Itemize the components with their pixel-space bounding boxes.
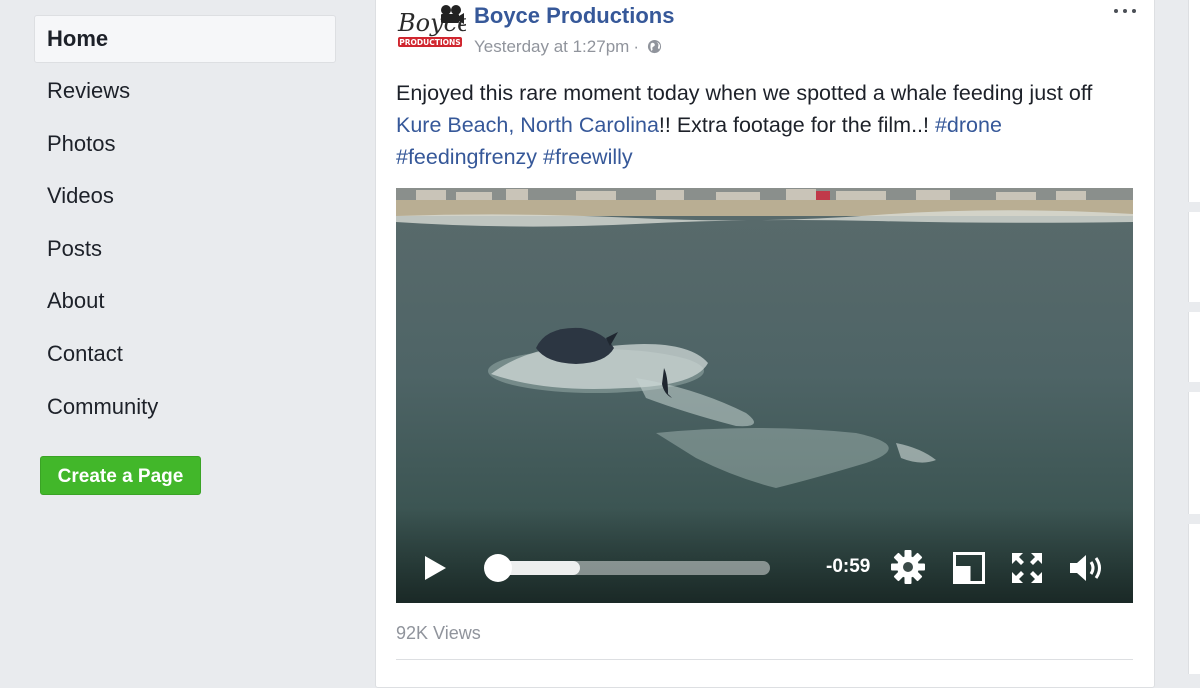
page-logo: Boyce PRODUCTIONS bbox=[397, 5, 471, 47]
page-name-link[interactable]: Boyce Productions bbox=[474, 3, 674, 29]
video-timeline[interactable] bbox=[498, 561, 770, 575]
location-link[interactable]: Kure Beach, North Carolina bbox=[396, 113, 659, 137]
nav-contact[interactable]: Contact bbox=[34, 330, 336, 378]
right-rail-card bbox=[1188, 312, 1200, 382]
meta-separator: · bbox=[633, 37, 639, 56]
view-count: 92K Views bbox=[396, 623, 481, 643]
nav-videos[interactable]: Videos bbox=[34, 172, 336, 220]
hashtag-drone[interactable]: #drone bbox=[935, 113, 1002, 137]
post-card: Boyce PRODUCTIONS Boyce Productions Yest… bbox=[375, 0, 1155, 688]
create-page-button[interactable]: Create a Page bbox=[40, 456, 201, 495]
video-player[interactable]: -0:59 bbox=[396, 188, 1133, 603]
left-sidebar: Home Reviews Photos Videos Posts About C… bbox=[0, 0, 355, 674]
right-rail-card bbox=[1188, 212, 1200, 302]
hashtag-freewilly[interactable]: #freewilly bbox=[543, 145, 633, 169]
post-message: Enjoyed this rare moment today when we s… bbox=[396, 77, 1126, 173]
page-avatar[interactable]: Boyce PRODUCTIONS bbox=[396, 1, 471, 63]
nav-community[interactable]: Community bbox=[34, 383, 336, 431]
video-controls: -0:59 bbox=[396, 523, 1133, 603]
globe-icon bbox=[647, 39, 662, 54]
time-remaining: -0:59 bbox=[826, 556, 871, 577]
card-divider bbox=[396, 659, 1133, 660]
fullscreen-icon[interactable] bbox=[1010, 551, 1044, 585]
hashtag-feedingfrenzy[interactable]: #feedingfrenzy bbox=[396, 145, 537, 169]
right-rail-card bbox=[1188, 392, 1200, 514]
post-text-start: Enjoyed this rare moment today when we s… bbox=[396, 81, 1093, 105]
settings-gear-icon[interactable] bbox=[890, 549, 926, 585]
post-text-mid: !! Extra footage for the film..! bbox=[658, 113, 935, 137]
play-icon[interactable] bbox=[422, 553, 448, 583]
timeline-scrubber[interactable] bbox=[484, 554, 512, 582]
more-options-icon[interactable] bbox=[1110, 0, 1140, 21]
nav-photos[interactable]: Photos bbox=[34, 120, 336, 168]
nav-home[interactable]: Home bbox=[34, 15, 336, 63]
post-meta: Yesterday at 1:27pm · bbox=[474, 37, 662, 57]
nav-reviews[interactable]: Reviews bbox=[34, 67, 336, 115]
right-rail-card bbox=[1188, 0, 1200, 202]
post-timestamp[interactable]: Yesterday at 1:27pm bbox=[474, 37, 629, 56]
right-rail bbox=[1188, 0, 1200, 674]
right-rail-card bbox=[1188, 524, 1200, 674]
pop-out-icon[interactable] bbox=[952, 551, 986, 585]
nav-about[interactable]: About bbox=[34, 277, 336, 325]
volume-icon[interactable] bbox=[1068, 551, 1108, 585]
nav-posts[interactable]: Posts bbox=[34, 225, 336, 273]
logo-text-sub: PRODUCTIONS bbox=[399, 38, 460, 47]
